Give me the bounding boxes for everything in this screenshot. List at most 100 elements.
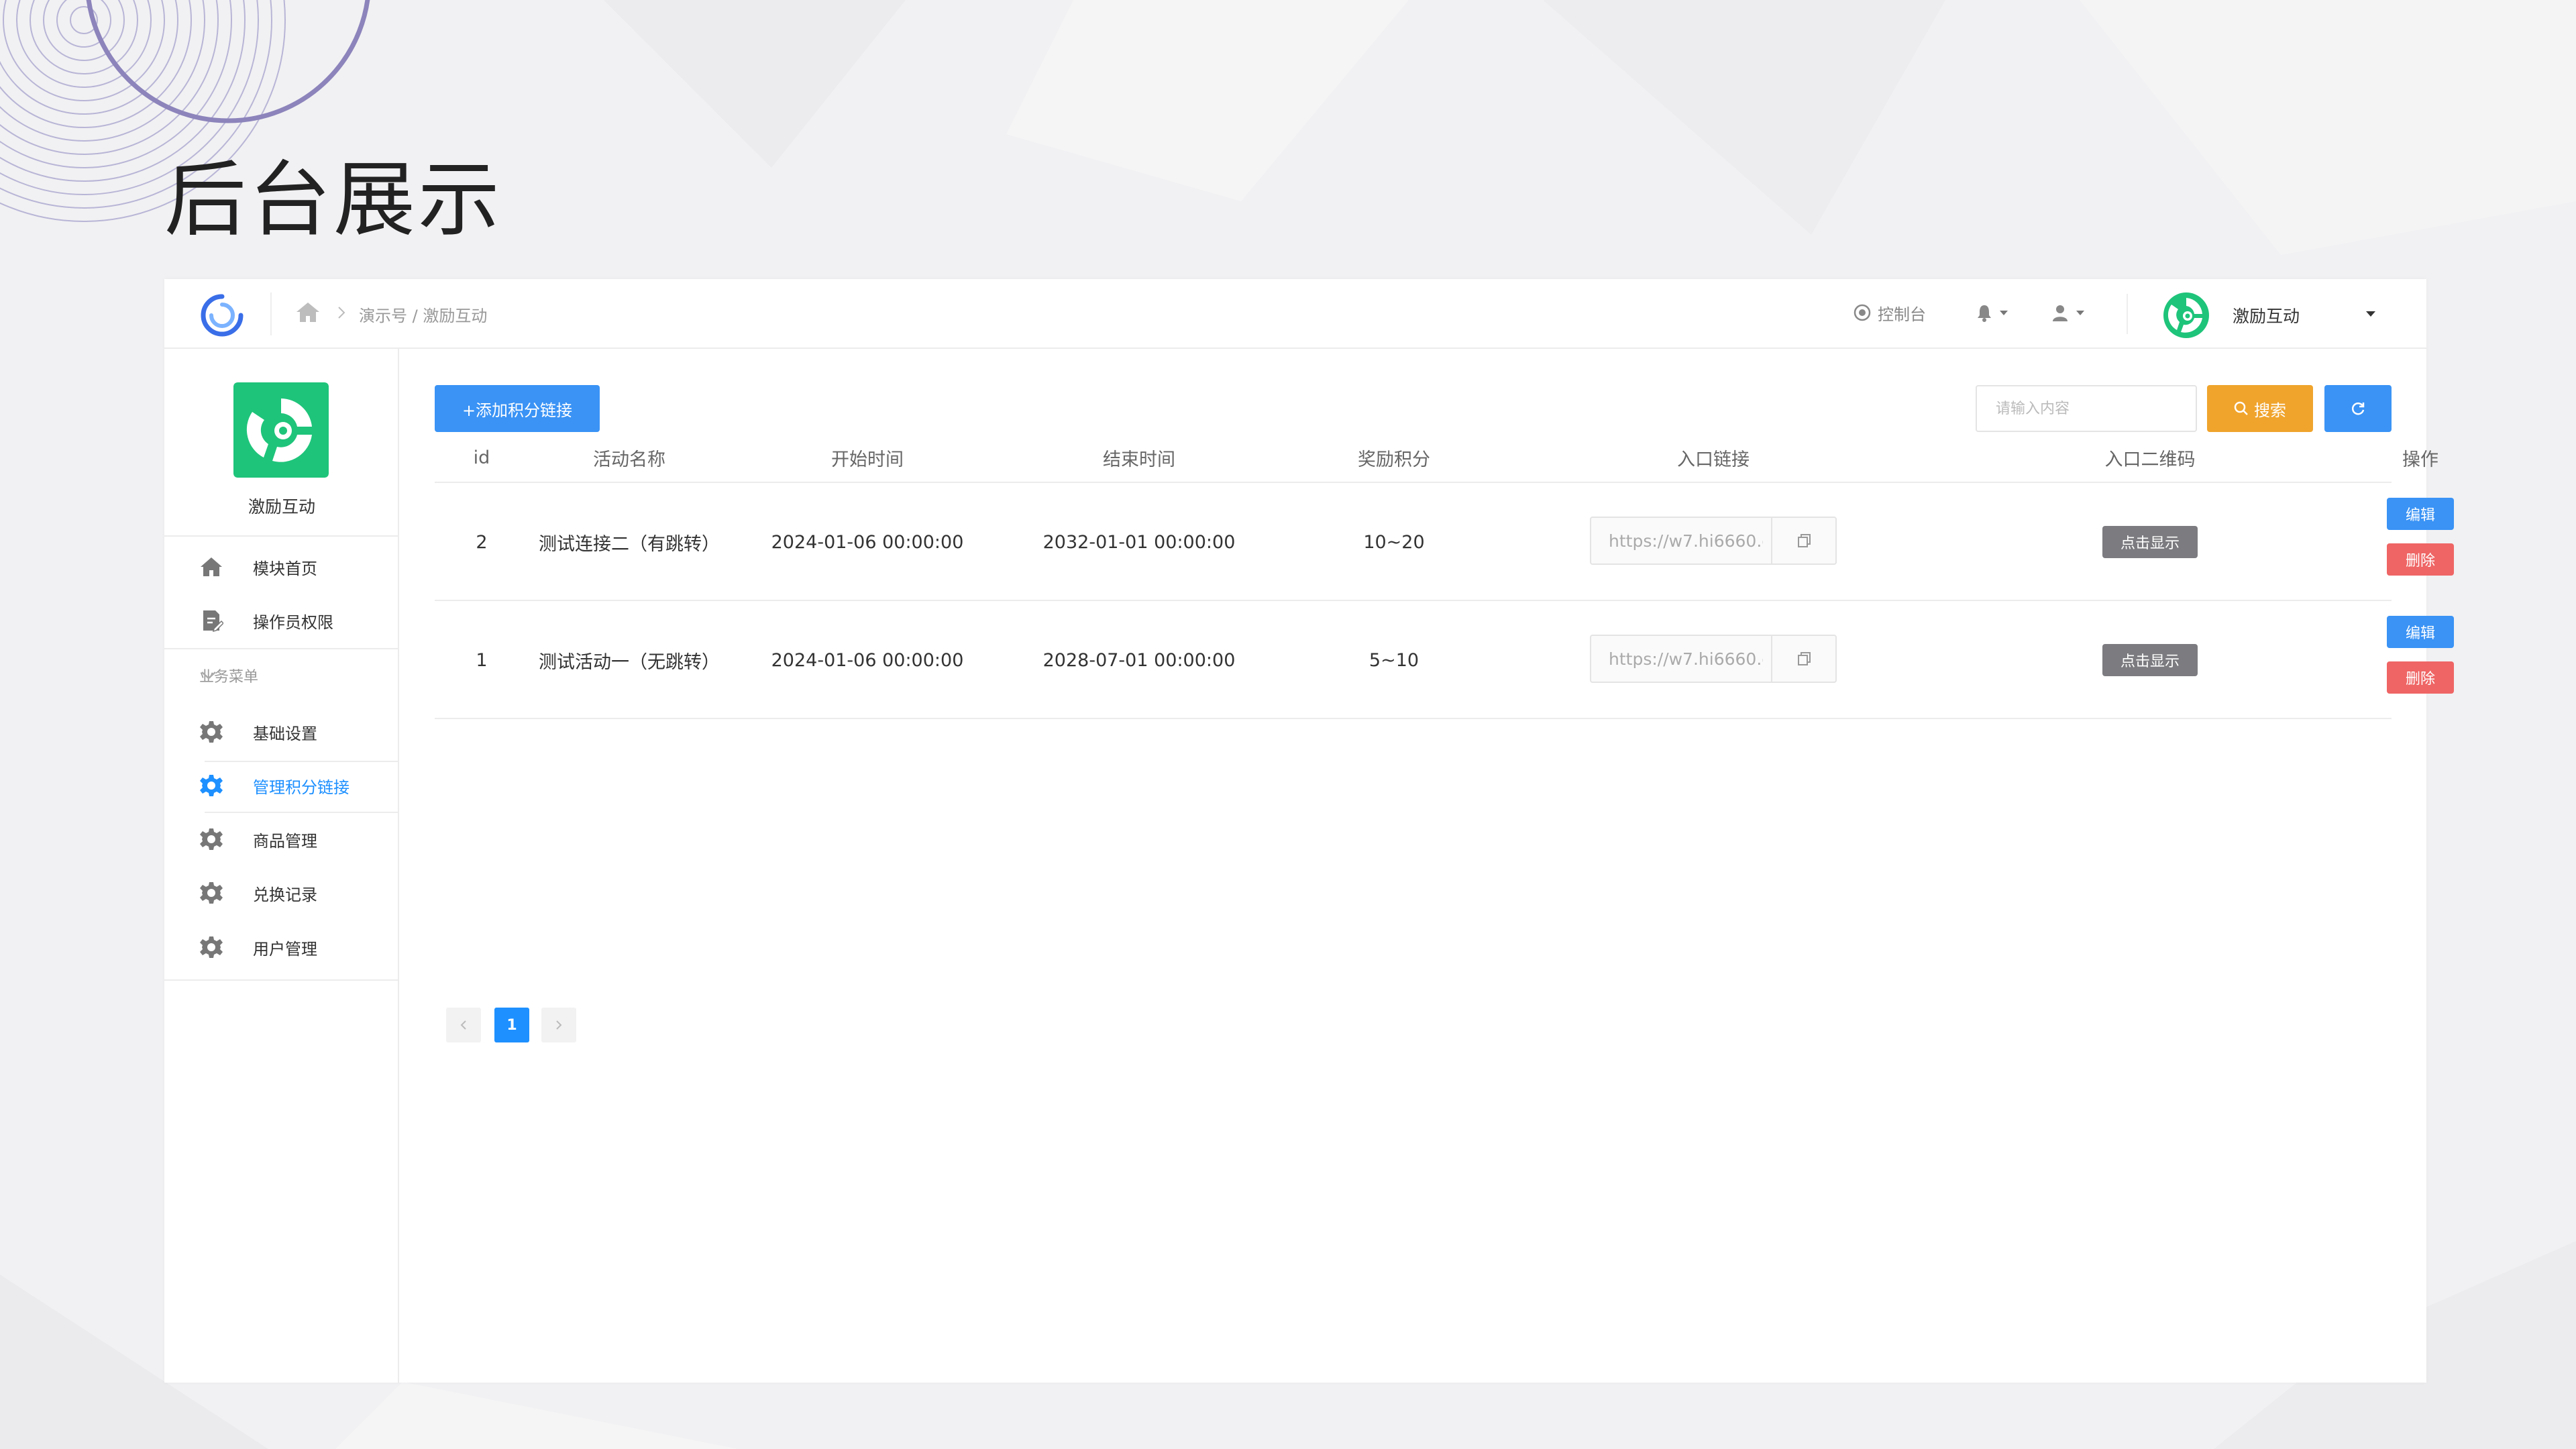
- breadcrumb-separator: /: [407, 307, 423, 325]
- copy-icon: [1798, 534, 1811, 547]
- console-label: 控制台: [1878, 305, 1926, 324]
- gear-icon: [200, 721, 223, 743]
- cell-activity-name: 测试连接二（有跳转）: [539, 533, 720, 555]
- sidebar-item-product-management[interactable]: 商品管理: [164, 816, 398, 863]
- search-input[interactable]: [1976, 385, 2197, 432]
- breadcrumb: 演示号 / 激励互动: [359, 303, 487, 326]
- sidebar-item-user-management[interactable]: 用户管理: [164, 924, 398, 971]
- sidebar-divider: [164, 535, 398, 537]
- column-header: id: [473, 447, 490, 468]
- breadcrumb-item[interactable]: 演示号: [359, 307, 407, 325]
- sidebar-item-basic-settings[interactable]: 基础设置: [164, 708, 398, 755]
- edit-button[interactable]: 编辑: [2387, 616, 2454, 648]
- delete-button[interactable]: 删除: [2387, 543, 2454, 576]
- console-link[interactable]: 控制台: [1854, 299, 1926, 326]
- pagination-next-button[interactable]: [541, 1008, 576, 1042]
- sidebar-item-label: 商品管理: [253, 831, 317, 851]
- caret-down-icon: [2076, 310, 2084, 315]
- search-button[interactable]: 搜索: [2207, 385, 2313, 432]
- cell-reward-points: 5~10: [1368, 649, 1419, 671]
- pagination-prev-button[interactable]: [446, 1008, 481, 1042]
- cell-reward-points: 10~20: [1363, 531, 1425, 553]
- sidebar-item-label: 兑换记录: [253, 885, 317, 904]
- console-icon: [1854, 304, 1871, 321]
- breadcrumb-item[interactable]: 激励互动: [423, 307, 487, 325]
- admin-app-window: 演示号 / 激励互动 控制台 激励互动 激励互动 模块首页 操作员权限 业务菜单…: [164, 279, 2454, 1383]
- sidebar-item-label: 基础设置: [253, 724, 317, 743]
- cell-start-time: 2024-01-06 00:00:00: [771, 649, 964, 671]
- chevron-left-icon: [460, 1020, 466, 1030]
- sidebar-divider: [164, 648, 398, 649]
- top-navbar: 演示号 / 激励互动 控制台 激励互动: [164, 279, 2426, 349]
- sidebar-item-points-links[interactable]: 管理积分链接: [164, 762, 398, 809]
- entry-link-text[interactable]: https://w7.hi6660.com: [1609, 531, 1763, 551]
- refresh-icon: [2351, 402, 2365, 415]
- edit-button[interactable]: 编辑: [2387, 498, 2454, 530]
- table-row: 2 测试连接二（有跳转） 2024-01-06 00:00:00 2032-01…: [435, 483, 2454, 601]
- table-row: 1 测试活动一（无跳转） 2024-01-06 00:00:00 2028-07…: [435, 601, 2454, 719]
- sidebar-item-label: 操作员权限: [253, 612, 333, 632]
- chevron-right-icon: [556, 1020, 562, 1030]
- cell-end-time: 2028-07-01 00:00:00: [1042, 649, 1236, 671]
- caret-down-icon[interactable]: [2366, 311, 2375, 317]
- gear-icon: [200, 828, 223, 850]
- bell-icon: [1978, 305, 1991, 322]
- slide-title: 后台展示: [164, 152, 502, 248]
- column-header: 开始时间: [831, 449, 904, 470]
- sidebar-group-business-menu[interactable]: 业务菜单: [164, 653, 398, 698]
- cell-start-time: 2024-01-06 00:00:00: [771, 531, 964, 553]
- column-header: 入口二维码: [2104, 449, 2196, 470]
- sidebar: 激励互动 模块首页 操作员权限 业务菜单 基础设置 管理积分链接 商品管理 兑换…: [164, 349, 399, 1383]
- sidebar-divider: [164, 979, 398, 981]
- gear-icon: [200, 936, 223, 958]
- header-divider: [270, 292, 272, 335]
- show-qr-button[interactable]: 点击显示: [2102, 526, 2198, 558]
- sidebar-item-redemption-records[interactable]: 兑换记录: [164, 869, 398, 916]
- sidebar-item-operator-permissions[interactable]: 操作员权限: [164, 597, 398, 644]
- column-header: 活动名称: [593, 449, 665, 470]
- module-logo: [233, 382, 329, 478]
- entry-link-field[interactable]: https://w7.hi6660.com: [1590, 517, 1837, 565]
- show-qr-button[interactable]: 点击显示: [2102, 644, 2198, 676]
- gear-icon: [200, 775, 223, 796]
- copy-icon: [1798, 652, 1811, 665]
- account-avatar[interactable]: [2162, 291, 2210, 339]
- sidebar-item-label: 模块首页: [253, 559, 317, 578]
- sidebar-item-label: 管理积分链接: [253, 777, 350, 797]
- home-icon: [201, 557, 222, 576]
- header-divider: [2127, 294, 2128, 334]
- search-button-label: 搜索: [2254, 400, 2286, 420]
- cell-end-time: 2032-01-01 00:00:00: [1042, 531, 1236, 553]
- column-header: 结束时间: [1103, 449, 1175, 470]
- copy-link-button[interactable]: [1771, 636, 1837, 682]
- cell-id: 1: [476, 649, 488, 671]
- sidebar-item-label: 用户管理: [253, 939, 317, 959]
- sidebar-divider: [205, 812, 398, 813]
- add-points-link-button[interactable]: +添加积分链接: [435, 385, 600, 432]
- module-name: 激励互动: [248, 497, 315, 517]
- app-logo-icon[interactable]: [198, 291, 246, 339]
- user-dropdown[interactable]: [2051, 299, 2084, 326]
- caret-down-icon: [2000, 310, 2008, 315]
- gear-icon: [200, 882, 223, 904]
- delete-button[interactable]: 删除: [2387, 661, 2454, 694]
- entry-link-field[interactable]: https://w7.hi6660.com: [1590, 635, 1837, 683]
- cell-id: 2: [476, 531, 488, 553]
- cell-activity-name: 测试活动一（无跳转）: [539, 651, 720, 673]
- sidebar-item-module-home[interactable]: 模块首页: [164, 543, 398, 590]
- home-icon[interactable]: [295, 301, 321, 323]
- chevron-down-icon: [201, 672, 216, 680]
- copy-link-button[interactable]: [1771, 518, 1837, 564]
- notifications-dropdown[interactable]: [1976, 299, 2008, 326]
- column-header: 操作: [2402, 449, 2438, 470]
- entry-link-text[interactable]: https://w7.hi6660.com: [1609, 649, 1763, 669]
- edit-doc-icon: [203, 610, 223, 633]
- chevron-right-icon: [338, 307, 345, 319]
- column-header: 入口链接: [1677, 449, 1750, 470]
- refresh-button[interactable]: [2324, 385, 2392, 432]
- column-header: 奖励积分: [1358, 449, 1430, 470]
- account-name[interactable]: 激励互动: [2233, 303, 2300, 327]
- pagination-page-current[interactable]: 1: [494, 1008, 529, 1042]
- search-icon: [2234, 401, 2248, 415]
- user-icon: [2053, 305, 2068, 321]
